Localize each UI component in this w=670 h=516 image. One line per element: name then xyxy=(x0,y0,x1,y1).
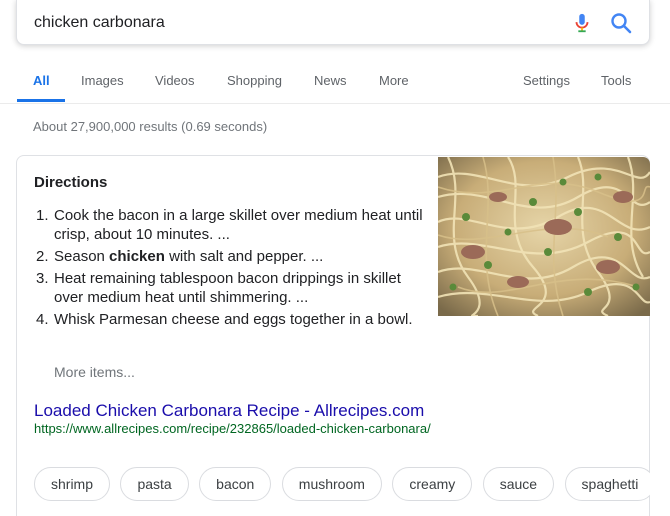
chip-bacon[interactable]: bacon xyxy=(199,467,272,501)
tab-videos[interactable]: Videos xyxy=(155,73,195,88)
featured-snippet-card: Directions 1. Cook the bacon in a large … xyxy=(16,155,650,516)
tab-all[interactable]: All xyxy=(33,73,50,88)
result-url: https://www.allrecipes.com/recipe/232865… xyxy=(34,421,431,436)
search-icon[interactable] xyxy=(609,11,633,35)
active-tab-indicator xyxy=(17,99,65,102)
tab-more[interactable]: More xyxy=(379,73,409,88)
chip-spaghetti[interactable]: spaghetti xyxy=(564,467,650,501)
search-bar xyxy=(16,0,650,45)
recipe-image[interactable] xyxy=(438,157,650,316)
tab-shopping[interactable]: Shopping xyxy=(227,73,282,88)
tab-images[interactable]: Images xyxy=(81,73,124,88)
chip-shrimp[interactable]: shrimp xyxy=(34,467,111,501)
snippet-heading: Directions xyxy=(34,174,108,191)
list-item: 4. Whisk Parmesan cheese and eggs togethe… xyxy=(36,311,413,328)
microphone-icon[interactable] xyxy=(571,11,593,35)
result-stats: About 27,900,000 results (0.69 seconds) xyxy=(33,119,268,134)
search-input[interactable] xyxy=(34,12,534,34)
carbonara-photo xyxy=(438,157,650,316)
list-item: 2. Season chicken with salt and pepper. .… xyxy=(36,248,324,265)
chip-pasta[interactable]: pasta xyxy=(120,467,189,501)
refinement-chips: shrimp pasta bacon mushroom creamy sauce… xyxy=(34,467,650,503)
more-items-link[interactable]: More items... xyxy=(54,364,135,380)
list-item: 1. Cook the bacon in a large skillet over… xyxy=(36,207,423,243)
chip-mushroom[interactable]: mushroom xyxy=(281,467,382,501)
chip-creamy[interactable]: creamy xyxy=(392,467,473,501)
tab-tools[interactable]: Tools xyxy=(601,73,631,88)
search-tabs: All Images Videos Shopping News More Set… xyxy=(0,56,670,104)
chip-sauce[interactable]: sauce xyxy=(482,467,555,501)
tab-settings[interactable]: Settings xyxy=(523,73,570,88)
tab-news[interactable]: News xyxy=(314,73,347,88)
list-item: 3. Heat remaining tablespoon bacon drippi… xyxy=(36,270,401,306)
directions-list: 1. Cook the bacon in a large skillet over… xyxy=(34,206,424,332)
result-title-link[interactable]: Loaded Chicken Carbonara Recipe - Allrec… xyxy=(34,401,424,421)
